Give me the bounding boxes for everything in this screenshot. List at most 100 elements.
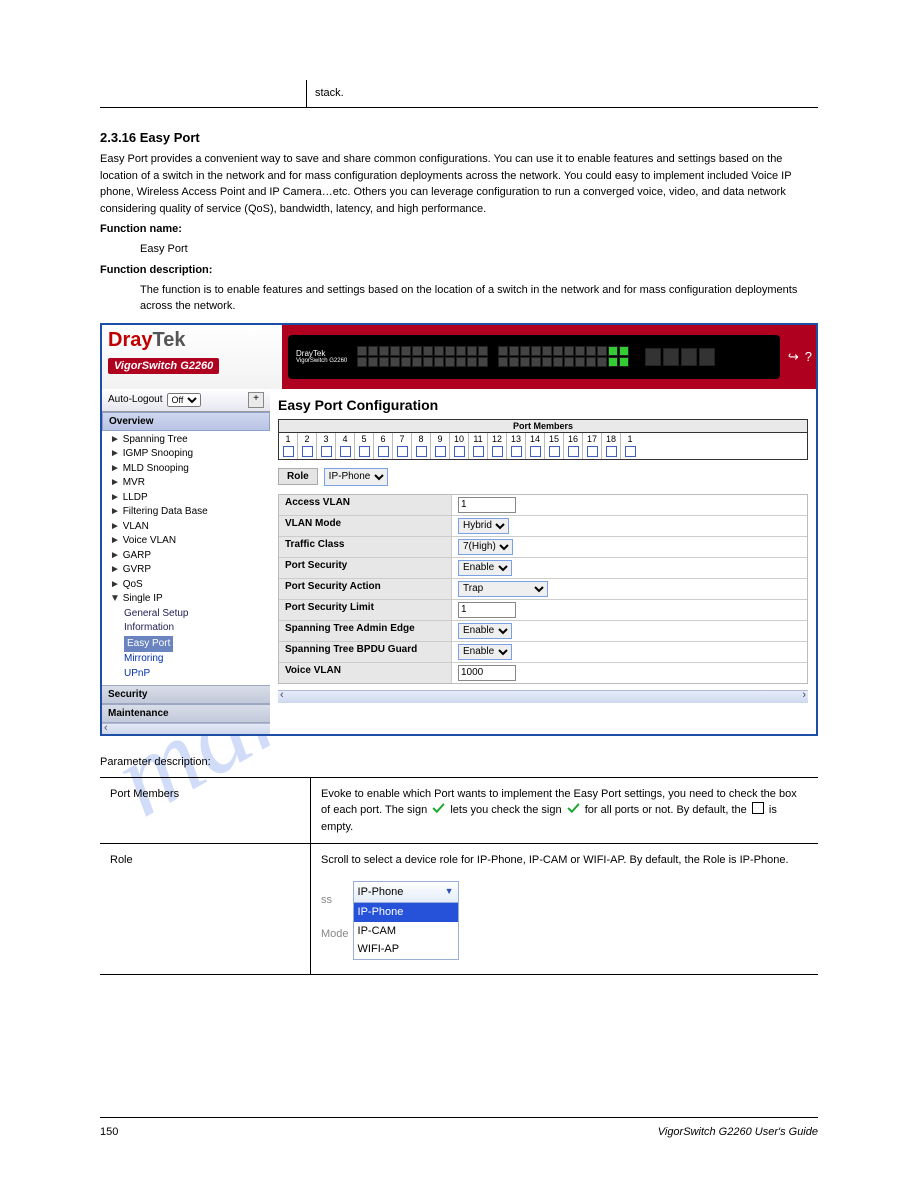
port-number: 18 <box>602 433 621 445</box>
port-number: 11 <box>469 433 488 445</box>
dropdown-option[interactable]: WIFI-AP <box>354 940 458 959</box>
sidebar-overview-header[interactable]: Overview <box>102 412 270 431</box>
port-members-header: Port Members <box>279 420 807 433</box>
sidebar-item-easy-port[interactable]: Easy Port <box>124 636 270 653</box>
role-dropdown-screenshot: IP-Phone ▼ IP-PhoneIP-CAMWIFI-AP <box>353 881 459 960</box>
port-number: 1 <box>621 433 639 445</box>
sidebar-item[interactable]: Voice VLAN <box>110 534 270 549</box>
sidebar-item[interactable]: VLAN <box>110 520 270 535</box>
sidebar-item[interactable]: GVRP <box>110 563 270 578</box>
port-checkbox[interactable] <box>412 445 431 459</box>
main-panel: Easy Port Configuration Port Members 12 3… <box>270 389 816 735</box>
logout-icon[interactable]: ↪ <box>788 349 799 365</box>
port-checkbox[interactable] <box>488 445 507 459</box>
header-bar: DrayTek VigorSwitch G2260 DrayTek VigorS… <box>102 325 816 389</box>
port-checkbox[interactable] <box>355 445 374 459</box>
cfg-stp-bpdu-select[interactable]: Enable <box>458 644 512 660</box>
port-number: 14 <box>526 433 545 445</box>
parameter-table: Port Members Evoke to enable which Port … <box>100 777 818 975</box>
sidebar-item[interactable]: Spanning Tree <box>110 433 270 448</box>
dropdown-option[interactable]: IP-CAM <box>354 922 458 941</box>
sidebar-subitem[interactable]: Mirroring <box>124 652 270 667</box>
cfg-port-sec-action-select[interactable]: Trap <box>458 581 548 597</box>
cropped-text-mode: Mode <box>321 926 349 943</box>
param-port-members-k: Port Members <box>100 777 311 844</box>
port-number: 12 <box>488 433 507 445</box>
port-number: 7 <box>393 433 412 445</box>
cfg-traffic-class-select[interactable]: 7(High) <box>458 539 513 555</box>
page-title: Easy Port Configuration <box>278 397 808 413</box>
sidebar-item[interactable]: QoS <box>110 578 270 593</box>
auto-logout-select[interactable]: Off <box>167 393 201 407</box>
sidebar-item[interactable]: MVR <box>110 476 270 491</box>
port-checkbox[interactable] <box>450 445 469 459</box>
port-checkbox[interactable] <box>298 445 317 459</box>
port-checkbox[interactable] <box>393 445 412 459</box>
port-number: 15 <box>545 433 564 445</box>
port-checkbox[interactable] <box>526 445 545 459</box>
param-role-k: Role <box>100 844 311 975</box>
function-name-line: Function name: <box>100 223 818 235</box>
cfg-vlan-mode-select[interactable]: Hybrid <box>458 518 509 534</box>
sidebar-item[interactable]: MLD Snooping <box>110 462 270 477</box>
port-number: 1 <box>279 433 298 445</box>
sidebar: Auto-Logout Off + Overview Spanning Tree… <box>102 389 270 735</box>
cfg-voice-vlan-input[interactable] <box>458 665 516 681</box>
help-icon[interactable]: ? <box>805 349 812 365</box>
sidebar-item[interactable]: IGMP Snooping <box>110 447 270 462</box>
cfg-port-sec-select[interactable]: Enable <box>458 560 512 576</box>
sidebar-item-single-ip[interactable]: Single IP <box>110 592 270 607</box>
port-checkbox[interactable] <box>602 445 621 459</box>
port-checkbox[interactable] <box>507 445 526 459</box>
cfg-access-vlan-input[interactable] <box>458 497 516 513</box>
port-number: 3 <box>317 433 336 445</box>
intro-v: stack. <box>307 80 819 107</box>
cfg-port-sec-k: Port Security <box>279 558 452 578</box>
port-number: 8 <box>412 433 431 445</box>
sidebar-item[interactable]: Filtering Data Base <box>110 505 270 520</box>
port-checkbox[interactable] <box>336 445 355 459</box>
cfg-stp-bpdu-k: Spanning Tree BPDU Guard <box>279 642 452 662</box>
sidebar-subitem[interactable]: Information <box>124 621 270 636</box>
port-checkbox[interactable] <box>621 445 639 459</box>
cfg-voice-vlan-k: Voice VLAN <box>279 663 452 683</box>
intro-paragraph: Easy Port provides a convenient way to s… <box>100 151 818 217</box>
section-heading: 2.3.16 Easy Port <box>100 130 818 145</box>
port-checkbox[interactable] <box>317 445 336 459</box>
checkbox-glyph <box>752 802 764 814</box>
sidebar-cat-security[interactable]: Security <box>102 685 270 704</box>
horizontal-scrollbar[interactable] <box>278 690 808 703</box>
sidebar-item[interactable]: GARP <box>110 549 270 564</box>
port-checkbox[interactable] <box>583 445 602 459</box>
sidebar-subitem[interactable]: UPnP <box>124 667 270 682</box>
port-checkbox[interactable] <box>545 445 564 459</box>
brand-logo: DrayTek <box>108 329 276 352</box>
config-table: Access VLAN VLAN ModeHybrid Traffic Clas… <box>278 494 808 684</box>
sidebar-subitem[interactable]: General Setup <box>124 607 270 622</box>
sidebar-item[interactable]: LLDP <box>110 491 270 506</box>
cfg-vlan-mode-k: VLAN Mode <box>279 516 452 536</box>
sidebar-cat-maintenance[interactable]: Maintenance <box>102 704 270 723</box>
footer-rule <box>100 1117 818 1118</box>
tick-icon <box>432 802 445 815</box>
intro-k <box>100 80 307 107</box>
port-number: 17 <box>583 433 602 445</box>
expand-icon[interactable]: + <box>248 392 264 408</box>
chevron-down-icon: ▼ <box>445 885 454 899</box>
port-checkbox[interactable] <box>431 445 450 459</box>
cfg-port-sec-action-k: Port Security Action <box>279 579 452 599</box>
sidebar-scrollbar[interactable] <box>102 723 270 734</box>
product-name: VigorSwitch G2260 <box>108 358 219 374</box>
tick-icon <box>567 802 580 815</box>
cfg-port-sec-limit-input[interactable] <box>458 602 516 618</box>
port-checkbox[interactable] <box>564 445 583 459</box>
port-checkbox[interactable] <box>374 445 393 459</box>
param-role-v: Scroll to select a device role for IP-Ph… <box>311 844 819 975</box>
port-checkbox[interactable] <box>279 445 298 459</box>
cfg-stp-edge-select[interactable]: Enable <box>458 623 512 639</box>
port-checkbox[interactable] <box>469 445 488 459</box>
role-select[interactable]: IP-Phone <box>324 468 388 486</box>
dropdown-option[interactable]: IP-Phone <box>354 903 458 922</box>
function-desc-heading: Function description: <box>100 264 818 276</box>
cfg-traffic-class-k: Traffic Class <box>279 537 452 557</box>
